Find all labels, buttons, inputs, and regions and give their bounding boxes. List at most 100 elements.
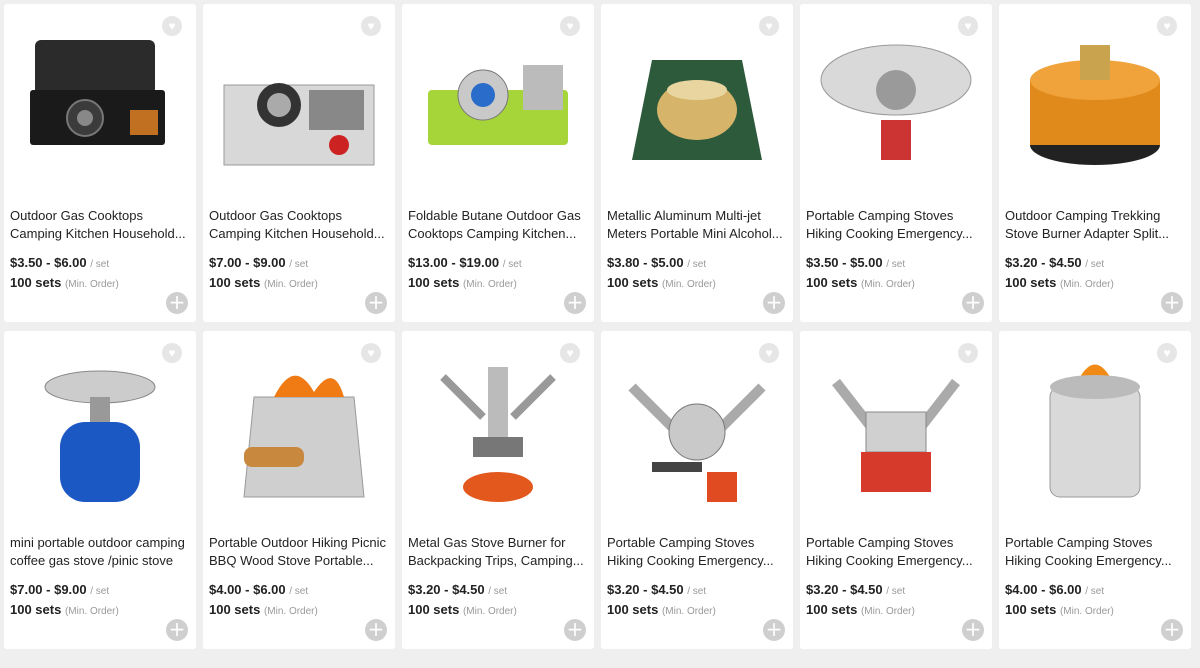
product-title[interactable]: mini portable outdoor camping coffee gas… — [10, 534, 188, 570]
plus-icon[interactable]: + — [962, 292, 984, 314]
product-title-line1: Portable Outdoor Hiking Picnic — [209, 535, 387, 550]
product-card[interactable]: ♥ Outdoor Camping Trekking Stove Burner … — [999, 4, 1191, 322]
product-title[interactable]: Metallic Aluminum Multi-jet Meters Porta… — [607, 207, 785, 243]
product-price: $4.00 - $6.00 / set — [1005, 582, 1104, 597]
wood-stove-image — [243, 375, 365, 498]
product-card[interactable]: ♥ Metallic Aluminum Multi-jet Meters Por… — [601, 4, 793, 322]
product-card[interactable]: ♥ Portable Camping Stoves Hiking Cooking… — [999, 331, 1191, 649]
product-card[interactable]: ♥ Foldable Butane Outdoor Gas Cooktops C… — [402, 4, 594, 322]
price-range: $3.20 - $4.50 — [806, 582, 883, 597]
min-order-qty: 100 sets — [10, 602, 62, 617]
product-title-line1: Portable Camping Stoves — [806, 208, 954, 223]
product-title[interactable]: Outdoor Gas Cooktops Camping Kitchen Hou… — [10, 207, 188, 243]
plus-icon[interactable]: + — [1161, 292, 1183, 314]
product-image[interactable] — [1003, 24, 1187, 196]
price-range: $3.50 - $6.00 — [10, 255, 87, 270]
product-image[interactable] — [804, 24, 988, 196]
plus-icon[interactable]: + — [166, 619, 188, 641]
plus-icon[interactable]: + — [763, 619, 785, 641]
backpacking-burner-image — [440, 367, 556, 502]
product-image[interactable] — [8, 24, 192, 196]
product-image[interactable] — [1003, 351, 1187, 523]
min-order-note: (Min. Order) — [1059, 606, 1114, 617]
product-card[interactable]: ♥ Portable Camping Stoves Hiking Cooking… — [800, 4, 992, 322]
product-image[interactable] — [406, 24, 590, 196]
product-image[interactable] — [8, 351, 192, 523]
product-image[interactable] — [804, 351, 988, 523]
product-price: $3.50 - $6.00 / set — [10, 255, 109, 270]
plus-icon[interactable]: + — [365, 619, 387, 641]
product-title-line1: Portable Camping Stoves — [806, 535, 954, 550]
product-image[interactable] — [406, 351, 590, 523]
product-price: $3.20 - $4.50 / set — [806, 582, 905, 597]
plus-icon[interactable]: + — [1161, 619, 1183, 641]
product-card[interactable]: ♥ Portable Camping Stoves Hiking Cooking… — [800, 331, 992, 649]
product-title-line2: Meters Portable Mini Alcohol... — [607, 226, 783, 241]
min-order-qty: 100 sets — [806, 602, 858, 617]
steel-wood-stove-image — [1049, 364, 1141, 498]
product-title-line2: coffee gas stove /pinic stove — [10, 553, 174, 568]
product-image[interactable] — [207, 24, 391, 196]
product-title-line1: Outdoor Camping Trekking — [1005, 208, 1161, 223]
product-price: $3.20 - $4.50 / set — [1005, 255, 1104, 270]
price-range: $3.80 - $5.00 — [607, 255, 684, 270]
min-order: 100 sets (Min. Order) — [806, 275, 915, 290]
product-title[interactable]: Metal Gas Stove Burner for Backpacking T… — [408, 534, 586, 570]
product-card[interactable]: ♥ Outdoor Gas Cooktops Camping Kitchen H… — [203, 4, 395, 322]
min-order-note: (Min. Order) — [263, 279, 318, 290]
product-title-line2: Camping Kitchen Household... — [10, 226, 186, 241]
plus-icon[interactable]: + — [564, 619, 586, 641]
product-card[interactable]: ♥ Outdoor Gas Cooktops Camping Kitchen H… — [4, 4, 196, 322]
product-title[interactable]: Portable Camping Stoves Hiking Cooking E… — [806, 534, 984, 570]
product-title[interactable]: Outdoor Gas Cooktops Camping Kitchen Hou… — [209, 207, 387, 243]
min-order-note: (Min. Order) — [462, 279, 517, 290]
min-order-note: (Min. Order) — [462, 606, 517, 617]
product-title[interactable]: Portable Camping Stoves Hiking Cooking E… — [607, 534, 785, 570]
price-range: $4.00 - $6.00 — [1005, 582, 1082, 597]
min-order-note: (Min. Order) — [661, 606, 716, 617]
product-image[interactable] — [207, 351, 391, 523]
product-card[interactable]: ♥ Portable Camping Stoves Hiking Cooking… — [601, 331, 793, 649]
min-order-qty: 100 sets — [408, 602, 460, 617]
product-title-line2: Hiking Cooking Emergency... — [607, 553, 774, 568]
min-order-note: (Min. Order) — [661, 279, 716, 290]
product-card[interactable]: ♥ mini portable outdoor camping coffee g… — [4, 331, 196, 649]
product-title[interactable]: Portable Outdoor Hiking Picnic BBQ Wood … — [209, 534, 387, 570]
product-image[interactable] — [605, 351, 789, 523]
product-title-line1: mini portable outdoor camping — [10, 535, 185, 550]
square-red-stove-image — [832, 378, 960, 492]
min-order-qty: 100 sets — [607, 602, 659, 617]
product-title[interactable]: Portable Camping Stoves Hiking Cooking E… — [1005, 534, 1183, 570]
plus-icon[interactable]: + — [365, 292, 387, 314]
product-title-line1: Outdoor Gas Cooktops — [10, 208, 143, 223]
product-title-line2: Hiking Cooking Emergency... — [806, 226, 973, 241]
silver-cassette-stove-image — [223, 83, 375, 166]
product-title[interactable]: Outdoor Camping Trekking Stove Burner Ad… — [1005, 207, 1183, 243]
plus-icon[interactable]: + — [962, 619, 984, 641]
plus-icon[interactable]: + — [166, 292, 188, 314]
product-title-line1: Outdoor Gas Cooktops — [209, 208, 342, 223]
product-title-line1: Metallic Aluminum Multi-jet — [607, 208, 761, 223]
green-mini-stove-image — [428, 65, 568, 145]
min-order-qty: 100 sets — [209, 275, 261, 290]
product-title[interactable]: Foldable Butane Outdoor Gas Cooktops Cam… — [408, 207, 586, 243]
min-order: 100 sets (Min. Order) — [607, 602, 716, 617]
product-price: $13.00 - $19.00 / set — [408, 255, 522, 270]
product-card[interactable]: ♥ Portable Outdoor Hiking Picnic BBQ Woo… — [203, 331, 395, 649]
price-unit: / set — [289, 586, 309, 597]
product-title-line1: Foldable Butane Outdoor Gas — [408, 208, 581, 223]
price-unit: / set — [502, 259, 522, 270]
price-unit: / set — [687, 586, 707, 597]
product-title[interactable]: Portable Camping Stoves Hiking Cooking E… — [806, 207, 984, 243]
product-image[interactable] — [605, 24, 789, 196]
product-card[interactable]: ♥ Metal Gas Stove Burner for Backpacking… — [402, 331, 594, 649]
blue-canister-stove-image — [44, 370, 156, 502]
price-range: $4.00 - $6.00 — [209, 582, 286, 597]
min-order-note: (Min. Order) — [860, 279, 915, 290]
plus-icon[interactable]: + — [564, 292, 586, 314]
price-unit: / set — [1085, 259, 1105, 270]
product-title-line2: Cooktops Camping Kitchen... — [408, 226, 577, 241]
product-price: $3.80 - $5.00 / set — [607, 255, 706, 270]
plus-icon[interactable]: + — [763, 292, 785, 314]
product-price: $3.50 - $5.00 / set — [806, 255, 905, 270]
